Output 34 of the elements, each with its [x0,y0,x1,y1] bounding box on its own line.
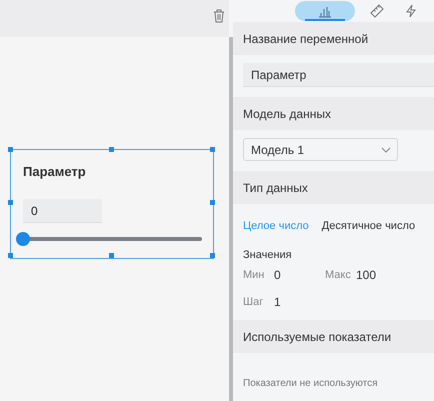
value-field[interactable]: 0 [23,199,102,223]
max-value: 100 [356,268,376,282]
section-header: Используемые показатели [233,320,434,353]
resize-handle[interactable] [210,147,215,152]
section-header: Тип данных [233,171,434,204]
parameter-widget[interactable]: Параметр 0 [10,149,214,259]
resize-handle[interactable] [8,253,13,258]
resize-handle[interactable] [8,147,13,152]
scrollbar[interactable] [229,37,233,401]
max-label: Макс [325,269,352,281]
chevron-down-icon [381,146,391,152]
min-label: Мин [243,269,266,281]
empty-message: Показатели не используются [242,377,379,389]
panel-tab[interactable] [295,1,355,21]
resize-handle[interactable] [210,200,215,205]
step-value: 1 [274,295,281,309]
model-dropdown[interactable]: Модель 1 [243,138,398,161]
min-value: 0 [274,268,282,282]
bar-chart-icon [318,4,332,18]
trash-icon[interactable] [213,9,225,23]
section-header: Модель данных [233,97,434,130]
values-label: Значения [243,249,293,261]
resize-handle[interactable] [109,147,114,152]
resize-handle[interactable] [109,253,114,258]
type-option[interactable]: Десятичное число [322,220,416,232]
section-header: Название переменной [233,22,434,55]
name-field[interactable]: Параметр [243,63,434,87]
widget-title: Параметр [23,164,87,179]
ruler-icon [370,4,384,18]
step-label: Шаг [243,296,264,308]
slider-thumb[interactable] [16,232,30,246]
resize-handle[interactable] [210,253,215,258]
resize-handle[interactable] [8,200,13,205]
lightning-icon [404,4,418,18]
